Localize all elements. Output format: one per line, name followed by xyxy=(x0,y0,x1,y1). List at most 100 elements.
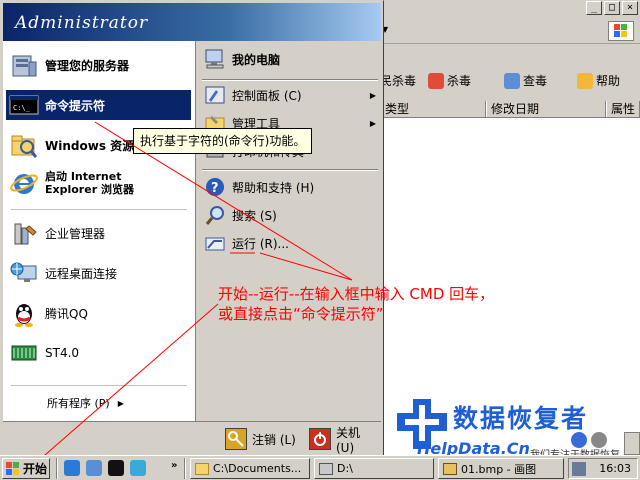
menu-item-label: 控制面板 (C) xyxy=(232,88,302,103)
minimize-button[interactable]: _ xyxy=(586,1,602,15)
logoff-label: 注销 (L) xyxy=(252,432,296,447)
toolbar-label: 帮助 xyxy=(596,74,621,88)
all-programs-label: 所有程序 (P) xyxy=(47,397,110,410)
task-label: D:\ xyxy=(337,462,353,475)
toolbar: 民杀毒 杀毒 查毒 帮助 xyxy=(380,44,640,100)
column-type[interactable]: 类型 xyxy=(380,101,486,117)
toolbar-label: 民杀毒 xyxy=(380,74,417,88)
scan-icon xyxy=(504,72,520,89)
clock[interactable]: 16:03 xyxy=(599,462,631,475)
folder-icon xyxy=(195,462,209,475)
menu-separator xyxy=(11,209,187,210)
start-menu-left-pane: 管理您的服务器 C:\_ 命令提示符 Windows 资源管理器 启动 Inte… xyxy=(3,41,195,421)
menu-item-search[interactable]: 搜索 (S) xyxy=(204,203,380,227)
quicklaunch-separator xyxy=(56,458,58,479)
shutdown-label: 关机 (U) xyxy=(336,425,361,455)
network-icon[interactable] xyxy=(572,462,586,476)
arrow-right-icon: ▶ xyxy=(369,118,376,128)
address-bar: ▼ xyxy=(380,18,640,44)
key-icon xyxy=(225,428,247,450)
toolbar-label: 杀毒 xyxy=(447,74,472,88)
arrow-right-icon: ▶ xyxy=(369,90,376,100)
qq-icon[interactable] xyxy=(108,460,124,476)
tooltip: 执行基于字符的(命令行)功能。 xyxy=(133,128,313,154)
menu-item-control-panel[interactable]: 控制面板 (C) ▶ xyxy=(204,83,380,107)
menu-item-label: 搜索 (S) xyxy=(232,208,277,223)
browser-icon[interactable] xyxy=(130,460,146,476)
search-icon xyxy=(204,204,226,226)
task-documents[interactable]: C:\Documents... xyxy=(190,458,310,479)
logoff-button[interactable]: 注销 (L) xyxy=(225,428,296,450)
cmd-icon: C:\_ xyxy=(9,90,39,120)
toolbar-help-button[interactable]: 帮助 xyxy=(577,72,620,89)
start-menu-right-pane: 我的电脑 控制面板 (C) ▶ 管理工具 ▶ 打印机和传真 ? xyxy=(195,41,383,421)
explorer-icon xyxy=(9,130,39,160)
control-panel-icon xyxy=(204,84,226,106)
help-icon xyxy=(577,72,593,89)
svg-text:C:\_: C:\_ xyxy=(13,104,31,112)
taskbar-separator xyxy=(184,458,186,479)
menu-item-label: 命令提示符 xyxy=(45,98,106,113)
menu-item-qq[interactable]: 腾讯QQ xyxy=(9,295,189,331)
user-name: Administrator xyxy=(15,13,149,33)
annotation-text: 开始--运行--在输入框中输入 CMD 回车， 或直接点击“命令提示符” xyxy=(218,284,494,324)
annotation-line1: 开始--运行--在输入框中输入 CMD 回车， xyxy=(218,285,495,303)
scrollbar[interactable] xyxy=(624,432,640,455)
menu-item-help[interactable]: ? 帮助和支持 (H) xyxy=(204,175,380,199)
start-button[interactable]: 开始 xyxy=(2,458,50,479)
menu-item-my-computer[interactable]: 我的电脑 xyxy=(204,47,380,71)
menu-item-remote-desktop[interactable]: 远程桌面连接 xyxy=(9,255,189,291)
ie-icon xyxy=(9,168,39,198)
windows-flag-icon xyxy=(6,462,20,475)
server-icon xyxy=(9,50,39,80)
paint-icon xyxy=(443,462,457,475)
toolbar-kill-button[interactable]: 杀毒 xyxy=(428,72,471,89)
task-label: 01.bmp - 画图 xyxy=(461,462,537,476)
menu-item-enterprise-manager[interactable]: 企业管理器 xyxy=(9,215,189,251)
explorer-window: _ □ × ▼ 民杀毒 杀毒 查毒 帮助 类型 修改日期 属性 xyxy=(380,0,640,455)
tray-overflow xyxy=(571,432,607,448)
menu-separator xyxy=(202,79,378,81)
menu-item-label-line2: Explorer 浏览器 xyxy=(45,183,134,196)
network-icon[interactable] xyxy=(591,432,607,448)
help-icon: ? xyxy=(204,176,226,198)
window-titlebar: _ □ × xyxy=(380,0,640,18)
menu-item-command-prompt[interactable]: C:\_ 命令提示符 xyxy=(6,90,191,120)
run-icon xyxy=(204,232,226,254)
svg-text:?: ? xyxy=(211,181,219,196)
menu-item-run[interactable]: 运行 (R)... xyxy=(204,231,380,255)
menu-item-label: 腾讯QQ xyxy=(45,306,88,321)
drive-icon xyxy=(319,462,333,475)
menu-item-manage-server[interactable]: 管理您的服务器 xyxy=(9,47,189,83)
toolbar-antivirus-button[interactable]: 民杀毒 xyxy=(380,72,416,89)
power-icon xyxy=(309,428,331,450)
column-date[interactable]: 修改日期 xyxy=(486,101,606,117)
toolbar-scan-button[interactable]: 查毒 xyxy=(504,72,547,89)
menu-item-internet-explorer[interactable]: 启动 Internet Explorer 浏览器 xyxy=(9,165,189,201)
menu-item-label: 运行 (R)... xyxy=(232,236,289,251)
annotation-line2: 或直接点击“命令提示符” xyxy=(218,305,384,323)
shutdown-button[interactable]: 关机 (U) xyxy=(309,426,381,455)
column-header: 类型 修改日期 属性 xyxy=(380,100,640,118)
ie-icon[interactable] xyxy=(64,460,80,476)
task-drive-d[interactable]: D:\ xyxy=(314,458,434,479)
qq-icon xyxy=(9,298,39,328)
start-menu: Administrator 管理您的服务器 C:\_ 命令提示符 Windows… xyxy=(0,0,384,457)
help-icon[interactable] xyxy=(571,432,587,448)
menu-item-label: 管理您的服务器 xyxy=(45,58,130,73)
task-paint[interactable]: 01.bmp - 画图 xyxy=(438,458,564,479)
all-programs-button[interactable]: 所有程序 (P) ▶ xyxy=(47,389,147,417)
start-menu-footer: 注销 (L) 关机 (U) xyxy=(3,421,381,455)
menu-item-label: 我的电脑 xyxy=(232,52,281,67)
close-button[interactable]: × xyxy=(622,1,638,15)
maximize-button[interactable]: □ xyxy=(604,1,620,15)
chevron-right-icon[interactable]: » xyxy=(171,460,177,471)
arrow-right-icon: ▶ xyxy=(117,398,124,408)
remote-desktop-icon xyxy=(9,258,39,288)
outlook-icon[interactable] xyxy=(86,460,102,476)
menu-item-st4[interactable]: ST4.0 xyxy=(9,335,189,371)
column-attr[interactable]: 属性 xyxy=(606,101,640,117)
start-label: 开始 xyxy=(23,462,48,476)
enterprise-manager-icon xyxy=(9,218,39,248)
menu-separator xyxy=(202,169,378,171)
